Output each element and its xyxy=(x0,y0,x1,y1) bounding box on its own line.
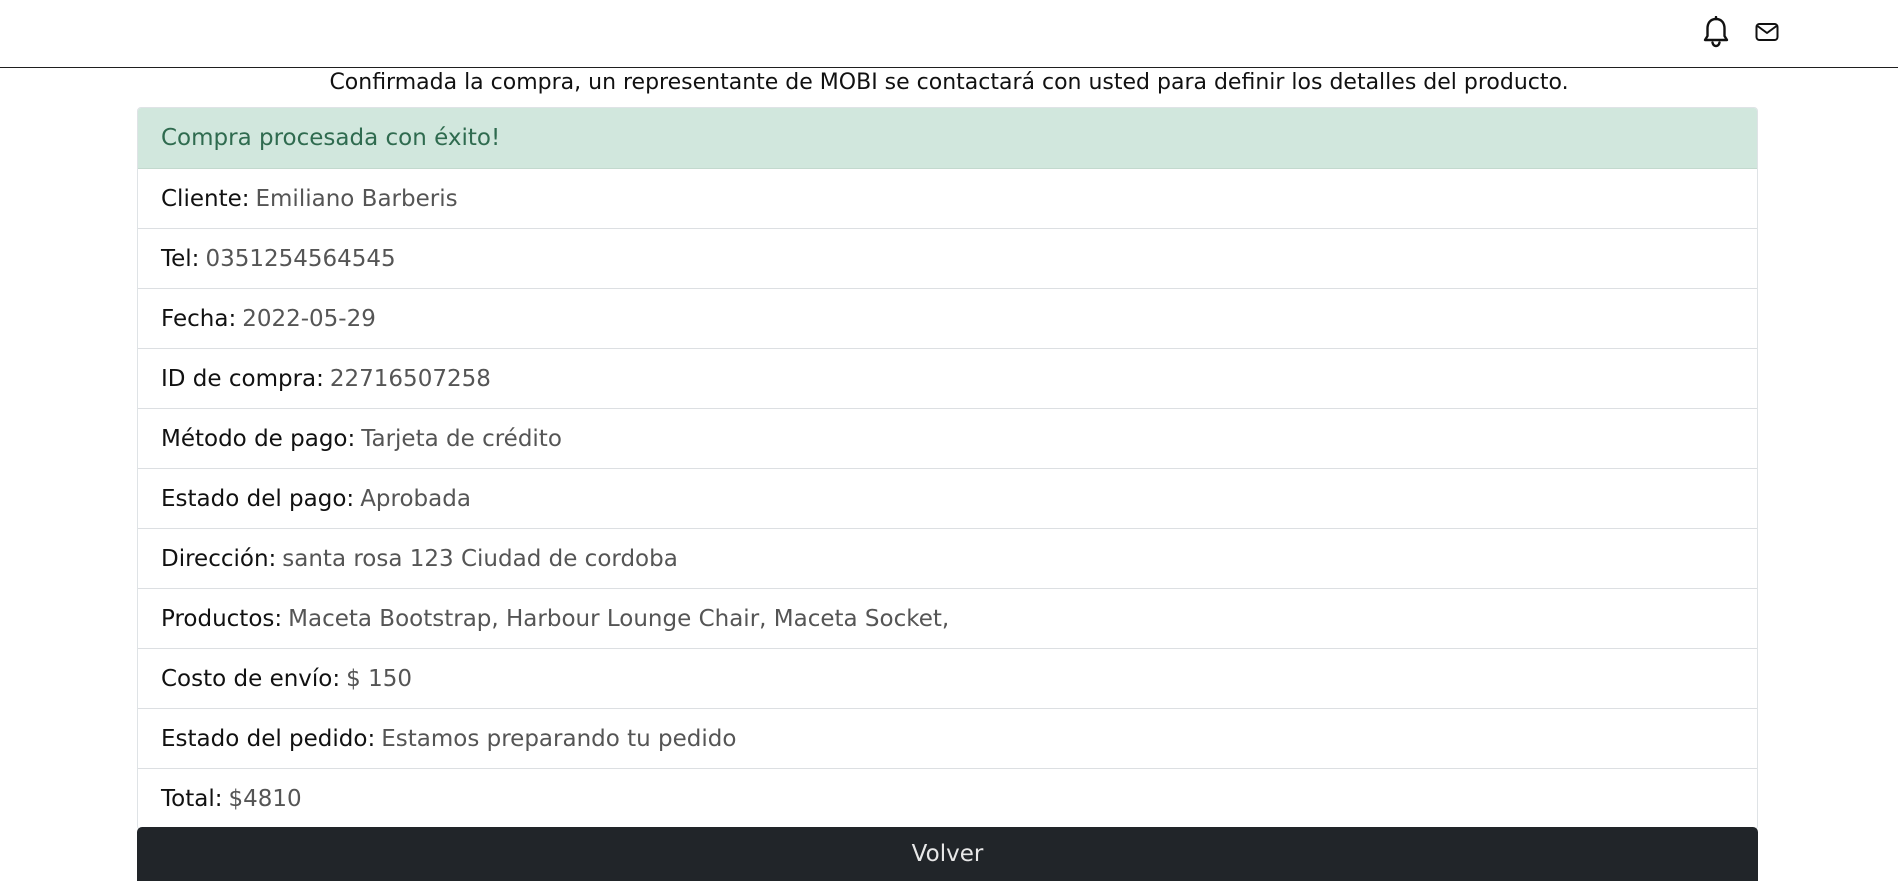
detail-value: 0351254564545 xyxy=(205,245,396,272)
detail-value: $4810 xyxy=(228,786,302,812)
success-alert: Compra procesada con éxito! xyxy=(138,108,1757,169)
detail-value: Emiliano Barberis xyxy=(255,185,458,212)
detail-label: Total: xyxy=(161,786,223,812)
detail-value: Aprobada xyxy=(360,485,471,512)
detail-row: Tel: 0351254564545 xyxy=(138,229,1757,289)
detail-label: Dirección: xyxy=(161,545,277,572)
detail-value: santa rosa 123 Ciudad de cordoba xyxy=(282,545,678,572)
detail-row: Dirección: santa rosa 123 Ciudad de cordo… xyxy=(138,529,1757,589)
detail-label: Cliente: xyxy=(161,185,250,212)
detail-row: Fecha: 2022-05-29 xyxy=(138,289,1757,349)
detail-label: Método de pago: xyxy=(161,425,356,452)
detail-value: 2022-05-29 xyxy=(242,305,376,332)
detail-label: Tel: xyxy=(161,245,200,272)
detail-value: Estamos preparando tu pedido xyxy=(381,725,737,752)
detail-label: ID de compra: xyxy=(161,365,324,392)
detail-label: Productos: xyxy=(161,605,283,632)
detail-row: Total: $4810 xyxy=(138,769,1757,829)
bell-icon[interactable] xyxy=(1700,16,1732,48)
detail-label: Costo de envío: xyxy=(161,665,341,692)
detail-row: ID de compra: 22716507258 xyxy=(138,349,1757,409)
detail-value: 22716507258 xyxy=(329,365,491,392)
volver-button[interactable]: Volver xyxy=(137,827,1758,881)
confirmation-notice: Confirmada la compra, un representante d… xyxy=(329,70,1569,95)
detail-value: Tarjeta de crédito xyxy=(361,425,562,452)
purchase-details-card: Compra procesada con éxito! Cliente: Emil… xyxy=(137,107,1758,830)
detail-value: $ 150 xyxy=(346,665,412,692)
detail-label: Estado del pedido: xyxy=(161,725,376,752)
detail-label: Fecha: xyxy=(161,305,237,332)
detail-row: Cliente: Emiliano Barberis xyxy=(138,169,1757,229)
detail-row: Estado del pago: Aprobada xyxy=(138,469,1757,529)
detail-label: Estado del pago: xyxy=(161,485,355,512)
detail-row: Costo de envío: $ 150 xyxy=(138,649,1757,709)
detail-row: Método de pago: Tarjeta de crédito xyxy=(138,409,1757,469)
mail-icon[interactable] xyxy=(1751,16,1783,48)
detail-row: Estado del pedido: Estamos preparando tu … xyxy=(138,709,1757,769)
detail-value: Maceta Bootstrap, Harbour Lounge Chair, … xyxy=(288,605,950,632)
detail-row: Productos: Maceta Bootstrap, Harbour Loun… xyxy=(138,589,1757,649)
top-navbar xyxy=(0,0,1898,68)
